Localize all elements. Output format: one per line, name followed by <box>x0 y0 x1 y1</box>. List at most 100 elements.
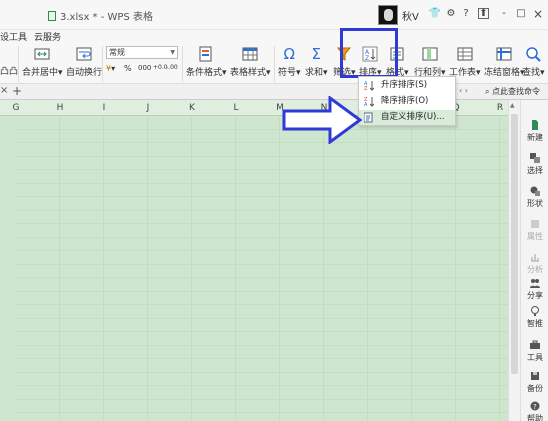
side-analysis-button[interactable]: 分析 <box>521 252 548 275</box>
smart-push-icon <box>531 306 539 316</box>
percent-button[interactable]: % <box>124 64 132 73</box>
merge-center-button[interactable]: 合并居中▾ <box>22 46 63 78</box>
properties-icon <box>531 220 539 228</box>
command-search-input[interactable]: ⌕ 点此查找命令 <box>485 86 545 98</box>
gear-icon[interactable]: ⚙ <box>444 7 458 21</box>
column-header-h[interactable]: H <box>38 103 82 113</box>
merge-center-label: 合并居中 <box>22 68 59 78</box>
side-new-button[interactable]: 新建 <box>521 120 548 143</box>
caret-icon: ▾ <box>296 68 301 78</box>
sort-ascending-icon: AZ <box>364 81 374 91</box>
close-tab-button[interactable]: × <box>0 85 8 96</box>
highlight-box <box>340 28 398 78</box>
merge-cells-icon <box>34 48 50 60</box>
side-properties-label: 属性 <box>527 232 543 241</box>
auto-wrap-button[interactable]: 自动换行 <box>66 46 102 78</box>
avatar[interactable] <box>378 5 398 25</box>
ribbon-divider <box>102 46 103 82</box>
annotation-arrow-icon <box>282 96 362 144</box>
sum-button[interactable]: Σ 求和▾ <box>305 46 328 78</box>
right-side-panel: 新建 选择 形状 属性 分析 分享 智推 工具 备份 ? 帮助 <box>520 100 548 421</box>
side-share-button[interactable]: 分享 <box>521 278 548 301</box>
side-properties-button[interactable]: 属性 <box>521 219 548 242</box>
svg-text:?: ? <box>533 403 537 411</box>
title-bar: 3.xlsx * - WPS 表格 秋V 👕 ⚙ ? ⬆ - □ × <box>0 0 548 30</box>
auto-wrap-label: 自动换行 <box>66 68 103 78</box>
conditional-format-icon <box>199 46 212 62</box>
conditional-format-label: 条件格式 <box>186 68 223 78</box>
side-smart-push-button[interactable]: 智推 <box>521 306 548 329</box>
spreadsheet-grid[interactable] <box>0 116 508 421</box>
thousands-button[interactable]: 000 <box>138 64 151 72</box>
ribbon-divider <box>18 46 19 82</box>
sort-descending-item[interactable]: ZA 降序排序(O) <box>359 94 455 109</box>
wrap-text-icon <box>76 47 92 61</box>
table-style-icon <box>242 47 258 61</box>
rows-cols-button[interactable]: 行和列▾ <box>414 46 446 78</box>
window-title-text: 3.xlsx * - WPS 表格 <box>60 12 153 23</box>
worksheet-button[interactable]: 工作表▾ <box>449 46 481 78</box>
help-button[interactable]: ? <box>459 7 473 21</box>
close-button[interactable]: × <box>531 7 545 21</box>
custom-sort-label: 自定义排序(U)... <box>381 112 445 122</box>
sort-ascending-item[interactable]: AZ 升序排序(S) <box>359 78 455 93</box>
number-format-value: 常规 <box>109 48 125 57</box>
table-style-button[interactable]: 表格样式▾ <box>230 46 271 78</box>
minimize-button[interactable]: - <box>497 7 511 21</box>
restore-ribbon-icon[interactable]: ⬆ <box>478 8 489 19</box>
side-select-label: 选择 <box>527 166 543 175</box>
maximize-button[interactable]: □ <box>514 7 528 21</box>
shirt-icon[interactable]: 👕 <box>428 7 442 21</box>
vertical-scrollbar[interactable]: ▲ <box>508 100 520 421</box>
tab-cloud-service[interactable]: 云服务 <box>34 30 61 43</box>
side-tools-button[interactable]: 工具 <box>521 340 548 363</box>
scroll-up-icon[interactable]: ▲ <box>510 102 515 109</box>
side-share-label: 分享 <box>527 291 543 300</box>
ribbon-divider <box>274 46 275 82</box>
side-backup-button[interactable]: 备份 <box>521 371 548 394</box>
freeze-panes-icon <box>496 47 512 61</box>
column-header-j[interactable]: J <box>126 103 170 113</box>
caret-icon: ▾ <box>58 68 63 78</box>
table-style-label: 表格样式 <box>230 68 267 78</box>
scrollbar-thumb[interactable] <box>511 114 518 374</box>
column-header-i[interactable]: I <box>82 103 126 113</box>
custom-sort-icon <box>364 112 373 123</box>
column-header-g[interactable]: G <box>0 103 38 113</box>
side-backup-label: 备份 <box>527 384 543 393</box>
symbol-label: 符号 <box>278 68 297 78</box>
side-help-button[interactable]: ? 帮助 <box>521 401 548 421</box>
partial-ribbon-button[interactable]: 凸凸 <box>0 64 18 77</box>
custom-sort-item[interactable]: 自定义排序(U)... <box>359 110 455 125</box>
tab-developer-tools[interactable]: 设工具 <box>0 30 27 43</box>
side-shape-label: 形状 <box>527 199 543 208</box>
side-new-label: 新建 <box>527 133 543 142</box>
chevron-down-icon: ▼ <box>170 49 175 56</box>
side-shape-button[interactable]: 形状 <box>521 186 548 209</box>
nav-arrows[interactable]: ‹ › <box>459 86 468 95</box>
analysis-icon <box>531 254 539 262</box>
user-name[interactable]: 秋V <box>402 8 419 23</box>
find-button[interactable]: 查找▾ <box>522 46 545 78</box>
symbol-button[interactable]: Ω 符号▾ <box>278 46 301 78</box>
column-header-l[interactable]: L <box>214 103 258 113</box>
side-select-button[interactable]: 选择 <box>521 153 548 176</box>
window-title: 3.xlsx * - WPS 表格 <box>48 8 153 23</box>
select-icon <box>530 153 540 163</box>
grid-lines <box>16 116 508 421</box>
caret-icon: ▾ <box>323 68 328 78</box>
column-header-k[interactable]: K <box>170 103 214 113</box>
sort-descending-label: 降序排序(O) <box>381 96 429 106</box>
conditional-format-button[interactable]: 条件格式▾ <box>186 46 227 78</box>
freeze-panes-button[interactable]: 冻结窗格▾ <box>484 46 525 78</box>
number-format-select[interactable]: 常规 ▼ <box>106 46 178 59</box>
tools-icon <box>530 340 540 349</box>
side-analysis-label: 分析 <box>527 265 543 274</box>
shape-icon <box>530 186 540 196</box>
sum-label: 求和 <box>305 68 324 78</box>
add-tab-button[interactable]: + <box>12 84 22 98</box>
currency-button[interactable]: ¥▾ <box>106 64 115 73</box>
omega-icon: Ω <box>283 45 295 63</box>
partial-ribbon-label: 凸凸 <box>0 67 19 77</box>
decrease-decimal-button[interactable]: -.00 <box>166 64 178 71</box>
